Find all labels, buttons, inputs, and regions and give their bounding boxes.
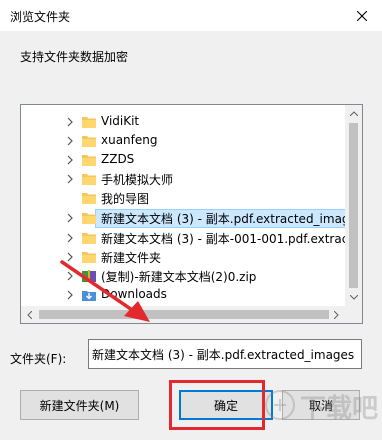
tree-item[interactable]: (复制)-新建文本文档(2)0.zip xyxy=(21,267,345,286)
chevron-right-icon[interactable] xyxy=(65,155,75,165)
folder-icon xyxy=(82,117,96,128)
tree-item[interactable]: 新建文件夹 xyxy=(21,248,345,267)
tree-item[interactable]: Downloads xyxy=(21,286,345,305)
tree-item-label: ZZDS xyxy=(101,152,135,166)
chevron-right-icon[interactable] xyxy=(65,271,75,281)
tree-item-label: (复制)-新建文本文档(2)0.zip xyxy=(101,270,257,284)
tree-item[interactable]: VidiKit xyxy=(21,113,345,132)
chevron-left-icon xyxy=(27,310,32,319)
folder-icon xyxy=(82,233,96,244)
folder-field-label: 文件夹(F): xyxy=(10,352,67,366)
tree-item[interactable]: 新建文本文档 (3) - 副本.pdf.extracted_images xyxy=(21,209,345,228)
new-folder-button[interactable]: 新建文件夹(M) xyxy=(20,390,139,420)
close-button[interactable] xyxy=(342,0,382,31)
title-bar: 浏览文件夹 xyxy=(0,0,382,31)
tree-item-label: 新建文本文档 (3) - 副本-001-001.pdf.extracted xyxy=(101,232,345,246)
chevron-right-icon[interactable] xyxy=(65,174,75,184)
scrollbar-corner xyxy=(345,306,362,323)
folder-icon xyxy=(82,193,96,204)
download-folder-icon xyxy=(82,291,96,301)
folder-icon xyxy=(82,213,96,224)
tree-item-label: VidiKit xyxy=(101,114,140,128)
vertical-scrollbar-thumb[interactable] xyxy=(349,123,358,288)
chevron-right-icon[interactable] xyxy=(65,290,75,300)
chevron-up-icon xyxy=(349,111,358,116)
watermark-logo: 下载吧 xyxy=(265,390,378,424)
watermark-text: 下载吧 xyxy=(300,394,378,424)
scroll-left-button[interactable] xyxy=(21,306,38,323)
tree-item[interactable]: 手机模拟大师 xyxy=(21,170,345,189)
tree-item[interactable]: 我的导图 xyxy=(21,189,345,208)
annotation-highlight-box xyxy=(169,380,265,430)
window-title: 浏览文件夹 xyxy=(10,10,71,24)
horizontal-scrollbar-thumb[interactable] xyxy=(39,310,329,319)
tree-item[interactable]: xuanfeng xyxy=(21,132,345,151)
folder-tree-viewport: VidiKit xuanfeng ZZDS 手机模拟大师 我的导图新建文本文档 (3) … xyxy=(21,105,345,306)
chevron-right-icon[interactable] xyxy=(65,252,75,262)
tree-item-label: 新建文件夹 xyxy=(101,251,162,265)
chevron-right-icon[interactable] xyxy=(65,117,75,127)
tree-item-label: 手机模拟大师 xyxy=(101,173,174,187)
tree-item[interactable]: ZZDS xyxy=(21,151,345,170)
chevron-right-icon[interactable] xyxy=(65,136,75,146)
dialog-description: 支持文件夹数据加密 xyxy=(20,50,129,64)
tree-item-label: Downloads xyxy=(101,287,167,301)
zip-archive-icon xyxy=(82,270,96,282)
scroll-down-button[interactable] xyxy=(345,289,362,306)
tree-item-label: 我的导图 xyxy=(101,192,150,206)
horizontal-scrollbar[interactable] xyxy=(21,306,345,323)
chevron-right-icon[interactable] xyxy=(65,213,75,223)
scroll-right-button[interactable] xyxy=(328,306,345,323)
scroll-up-button[interactable] xyxy=(345,105,362,122)
close-icon xyxy=(357,10,367,21)
tree-item-label: xuanfeng xyxy=(101,133,158,147)
folder-icon xyxy=(82,174,96,185)
vertical-scrollbar[interactable] xyxy=(345,105,362,306)
folder-path-input[interactable] xyxy=(88,339,362,369)
folder-icon xyxy=(82,252,96,263)
chevron-right-icon[interactable] xyxy=(65,233,75,243)
folder-icon xyxy=(82,155,96,166)
tree-item[interactable]: 新建文本文档 (3) - 副本-001-001.pdf.extracted xyxy=(21,229,345,248)
tree-item-label: 新建文本文档 (3) - 副本.pdf.extracted_images xyxy=(101,212,345,226)
chevron-down-icon xyxy=(349,295,358,300)
folder-icon xyxy=(82,136,96,147)
chevron-right-icon xyxy=(334,310,339,319)
folder-tree[interactable]: VidiKit xuanfeng ZZDS 手机模拟大师 我的导图新建文本文档 (3) … xyxy=(20,104,363,324)
